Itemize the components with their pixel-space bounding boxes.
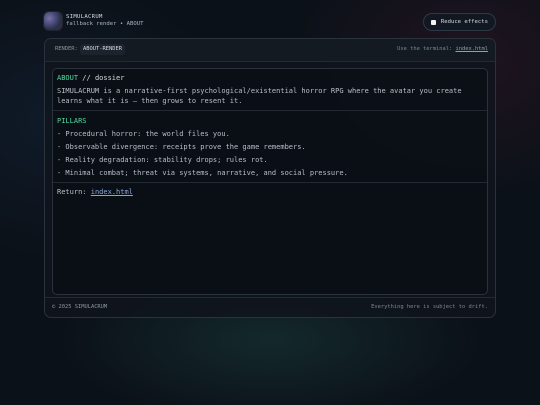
copyright-text: © 2025 SIMULACRUM xyxy=(52,304,108,310)
terminal-hint: Use the terminal: index.html xyxy=(397,46,488,52)
brand: SIMULACRUM fallback render • ABOUT xyxy=(66,14,143,28)
reduce-effects-label: Reduce effects xyxy=(440,19,488,25)
drift-note: Everything here is subject to drift. xyxy=(371,304,488,310)
brand-subtitle: fallback render • ABOUT xyxy=(66,21,144,27)
heading-rest: // dossier xyxy=(82,74,125,82)
pillar-item: - Reality degradation: stability drops; … xyxy=(57,156,268,164)
logo-icon xyxy=(44,12,62,30)
pillar-item: - Minimal combat; threat via systems, na… xyxy=(57,169,348,177)
return-link[interactable]: index.html xyxy=(91,188,133,196)
pillar-item: - Procedural horror: the world files you… xyxy=(57,130,230,138)
return-label: Return: xyxy=(57,188,87,196)
pillar-item: - Observable divergence: receipts prove … xyxy=(57,143,306,151)
panel-footer: © 2025 SIMULACRUM Everything here is sub… xyxy=(45,297,495,317)
description-text: SIMULACRUM is a narrative-first psycholo… xyxy=(57,87,462,105)
render-badge: ABOUT-RENDER xyxy=(80,44,125,55)
terminal-hint-text: Use the terminal: xyxy=(397,46,453,52)
brand-name: SIMULACRUM xyxy=(66,14,103,20)
divider xyxy=(53,182,487,183)
dossier-content: ABOUT // dossier SIMULACRUM is a narrati… xyxy=(52,68,488,295)
divider xyxy=(53,110,487,111)
main-panel: RENDER: ABOUT-RENDER Use the terminal: i… xyxy=(44,38,496,318)
render-label: RENDER: xyxy=(55,46,78,52)
terminal-link[interactable]: index.html xyxy=(456,46,488,52)
pillars-heading: PILLARS xyxy=(57,117,87,125)
site-header: SIMULACRUM fallback render • ABOUT Reduc… xyxy=(44,12,496,34)
reduce-effects-toggle[interactable]: Reduce effects xyxy=(422,13,496,31)
section-heading: ABOUT // dossier xyxy=(57,73,124,83)
panel-toolbar: RENDER: ABOUT-RENDER Use the terminal: i… xyxy=(45,39,495,62)
return-line: Return: index.html xyxy=(57,187,133,197)
reduce-effects-checkbox[interactable] xyxy=(430,19,436,25)
heading-accent: ABOUT xyxy=(57,74,79,82)
